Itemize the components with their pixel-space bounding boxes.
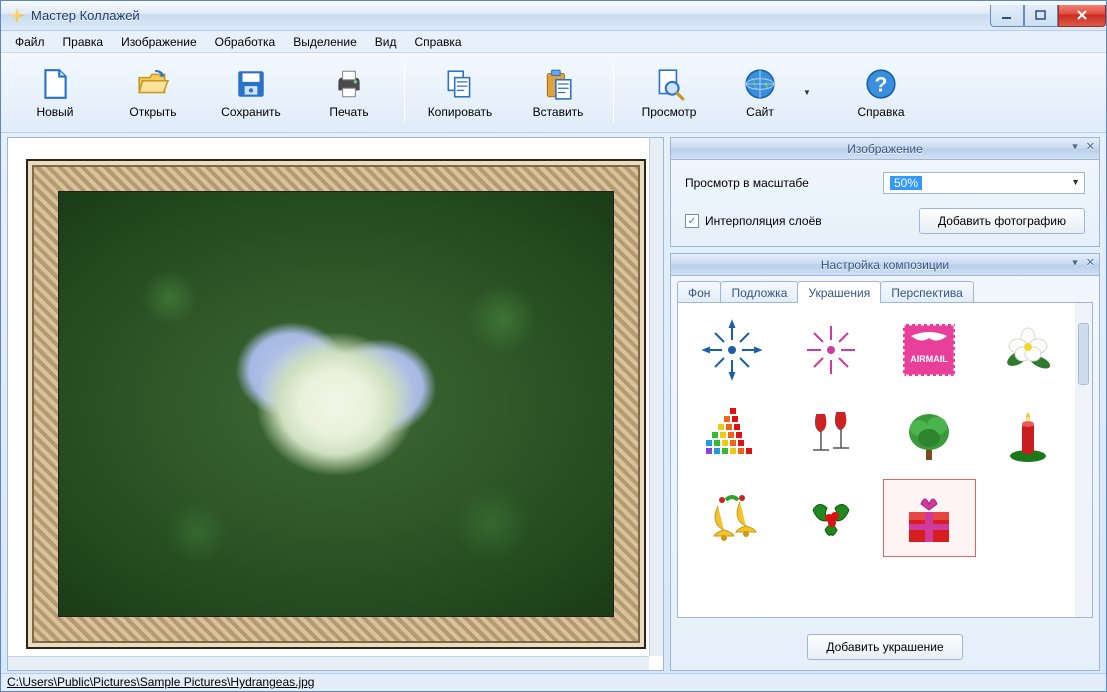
new-label: Новый (36, 105, 73, 119)
paste-button[interactable]: Вставить (509, 57, 607, 129)
decorations-tab-content: AIRMAIL (677, 302, 1093, 618)
panel-composition: Настройка композиции ▾ ✕ Фон Подложка Ук… (670, 253, 1100, 671)
statusbar: C:\Users\Public\Pictures\Sample Pictures… (1, 673, 1106, 691)
printer-icon (332, 67, 366, 101)
sticker-firework-blue[interactable] (686, 311, 779, 389)
panel-image-title: Изображение (847, 142, 923, 156)
composition-tabs: Фон Подложка Украшения Перспектива (671, 276, 1099, 302)
menu-select[interactable]: Выделение (285, 33, 365, 51)
preview-label: Просмотр (642, 105, 697, 119)
save-icon (234, 67, 268, 101)
add-photo-button[interactable]: Добавить фотографию (919, 208, 1085, 234)
help-icon: ? (864, 67, 898, 101)
canvas-hscrollbar[interactable] (8, 656, 649, 670)
magnifier-document-icon (652, 67, 686, 101)
sticker-grid: AIRMAIL (678, 303, 1092, 617)
menubar: Файл Правка Изображение Обработка Выделе… (1, 31, 1106, 53)
menu-file[interactable]: Файл (7, 33, 53, 51)
tab-decorations[interactable]: Украшения (797, 281, 881, 303)
svg-text:AIRMAIL: AIRMAIL (911, 354, 949, 364)
save-label: Сохранить (221, 105, 281, 119)
menu-edit[interactable]: Правка (55, 33, 112, 51)
zoom-value: 50% (890, 176, 922, 190)
toolbar-separator (613, 63, 614, 123)
menu-image[interactable]: Изображение (113, 33, 205, 51)
sticker-grid-scrollbar[interactable] (1075, 303, 1092, 617)
sticker-airmail-stamp[interactable]: AIRMAIL (883, 311, 976, 389)
copy-icon (443, 67, 477, 101)
minimize-icon (1001, 9, 1013, 21)
svg-text:?: ? (875, 72, 888, 96)
globe-icon (743, 67, 777, 101)
site-button[interactable]: Сайт (718, 57, 802, 129)
paste-label: Вставить (533, 105, 584, 119)
panel-collapse-icon[interactable]: ▾ (1072, 256, 1078, 269)
sticker-color-squares[interactable] (686, 395, 779, 473)
chevron-down-icon: ▼ (1071, 177, 1080, 187)
preview-button[interactable]: Просмотр (620, 57, 718, 129)
status-path: C:\Users\Public\Pictures\Sample Pictures… (7, 675, 314, 689)
help-button[interactable]: ? Справка (832, 57, 930, 129)
add-decoration-button[interactable]: Добавить украшение (807, 634, 962, 660)
panel-image: Изображение ▾ ✕ Просмотр в масштабе 50% … (670, 137, 1100, 247)
zoom-label: Просмотр в масштабе (685, 176, 865, 190)
sticker-green-tree[interactable] (883, 395, 976, 473)
panel-composition-header: Настройка композиции ▾ ✕ (671, 254, 1099, 276)
tab-underlay[interactable]: Подложка (720, 281, 798, 303)
titlebar: Мастер Коллажей (1, 1, 1106, 31)
print-label: Печать (329, 105, 368, 119)
copy-button[interactable]: Копировать (411, 57, 509, 129)
panel-image-header: Изображение ▾ ✕ (671, 138, 1099, 160)
site-dropdown-arrow[interactable]: ▼ (802, 88, 812, 97)
sticker-gold-bells[interactable] (686, 479, 779, 557)
open-label: Открыть (129, 105, 176, 119)
sticker-holly-leaves[interactable] (785, 479, 878, 557)
minimize-button[interactable] (990, 5, 1024, 27)
toolbar-separator (404, 63, 405, 123)
panel-collapse-icon[interactable]: ▾ (1072, 140, 1078, 153)
interpolation-label: Интерполяция слоёв (705, 214, 822, 228)
panel-close-icon[interactable]: ✕ (1086, 140, 1095, 153)
folder-open-icon (136, 67, 170, 101)
print-button[interactable]: Печать (300, 57, 398, 129)
tab-perspective[interactable]: Перспектива (880, 281, 974, 303)
window-buttons (990, 5, 1106, 27)
sticker-gift-box[interactable] (883, 479, 976, 557)
image-frame (26, 159, 646, 649)
sticker-firework-pink[interactable] (785, 311, 878, 389)
help-label: Справка (857, 105, 904, 119)
sticker-white-flower[interactable] (982, 311, 1075, 389)
app-window: Мастер Коллажей Файл Правка Изображение … (0, 0, 1107, 692)
sticker-red-candle[interactable] (982, 395, 1075, 473)
close-button[interactable] (1058, 5, 1106, 27)
sticker-wine-glasses[interactable] (785, 395, 878, 473)
maximize-icon (1035, 9, 1047, 21)
menu-process[interactable]: Обработка (207, 33, 284, 51)
menu-help[interactable]: Справка (407, 33, 470, 51)
paste-icon (541, 67, 575, 101)
maximize-button[interactable] (1024, 5, 1058, 27)
site-label: Сайт (746, 105, 774, 119)
window-title: Мастер Коллажей (31, 8, 140, 23)
copy-label: Копировать (428, 105, 493, 119)
collage-photo[interactable] (58, 191, 614, 617)
panel-composition-title: Настройка композиции (821, 258, 949, 272)
menu-view[interactable]: Вид (367, 33, 405, 51)
interpolation-checkbox[interactable]: ✓ (685, 214, 699, 228)
open-button[interactable]: Открыть (104, 57, 202, 129)
panel-close-icon[interactable]: ✕ (1086, 256, 1095, 269)
canvas-area[interactable] (7, 137, 664, 671)
app-icon (9, 8, 25, 24)
toolbar: Новый Открыть Сохранить Печать Копирова (1, 53, 1106, 133)
close-icon (1076, 9, 1088, 21)
zoom-combobox[interactable]: 50% ▼ (883, 172, 1085, 194)
document-new-icon (38, 67, 72, 101)
content-area: Изображение ▾ ✕ Просмотр в масштабе 50% … (1, 133, 1106, 673)
right-panels: Изображение ▾ ✕ Просмотр в масштабе 50% … (670, 137, 1100, 671)
new-button[interactable]: Новый (6, 57, 104, 129)
canvas-vscrollbar[interactable] (649, 138, 663, 656)
save-button[interactable]: Сохранить (202, 57, 300, 129)
tab-background[interactable]: Фон (677, 281, 721, 303)
